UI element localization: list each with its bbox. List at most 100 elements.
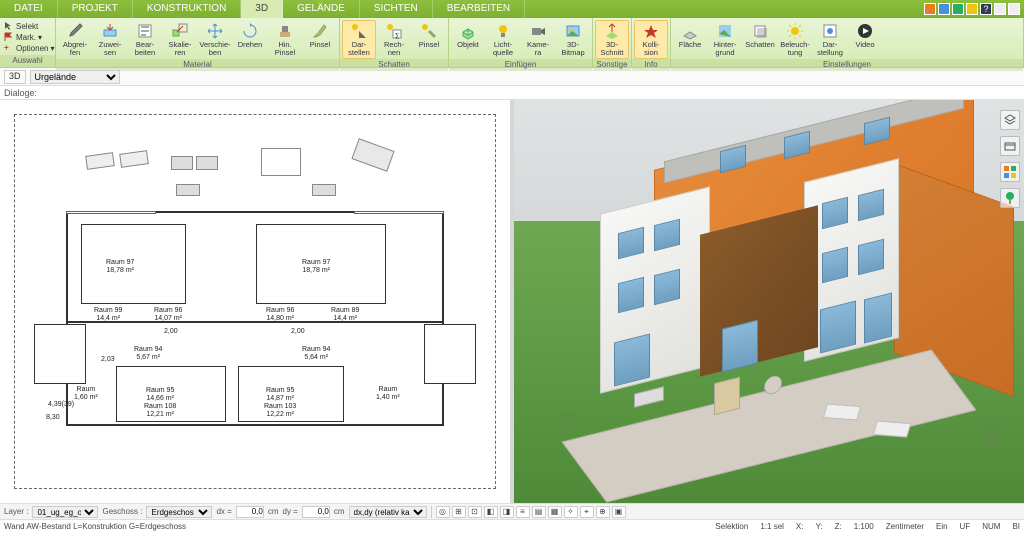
kamera-tool[interactable]: Kame- ra xyxy=(521,20,555,59)
stair-left xyxy=(34,324,86,384)
assign-icon xyxy=(101,22,119,40)
bitmap3d-tool[interactable]: 3D- Bitmap xyxy=(556,20,590,59)
status-uf: UF xyxy=(960,522,971,531)
select-tool[interactable]: Selekt xyxy=(4,21,54,31)
drehen-tool[interactable]: Drehen xyxy=(233,20,267,51)
dim-h: 4,39(39) xyxy=(48,401,74,409)
door-4 xyxy=(864,293,892,344)
icon-b9[interactable]: ✧ xyxy=(564,506,578,518)
plants-button[interactable] xyxy=(1000,188,1020,208)
darstellen-tool[interactable]: Dar- stellen xyxy=(342,20,376,59)
outdoor-sofa-1 xyxy=(634,386,664,407)
layer-select[interactable]: 01_ug_eg_og xyxy=(32,506,98,518)
terrain-select[interactable]: Urgelände xyxy=(30,70,120,84)
light-icon xyxy=(494,22,512,40)
zuweisen-tool[interactable]: Zuwei- sen xyxy=(93,20,127,59)
abgreifen-tool[interactable]: Abgrei- fen xyxy=(58,20,92,59)
outdoor-lounger-2 xyxy=(873,421,912,438)
bearbeiten-tool[interactable]: Bear- beiten xyxy=(128,20,162,59)
dx-input[interactable] xyxy=(236,506,264,518)
colors-button[interactable] xyxy=(1000,162,1020,182)
pinsel2-tool[interactable]: Pinsel xyxy=(412,20,446,51)
options-tool[interactable]: +Optionen▾ xyxy=(4,43,54,53)
video-tool[interactable]: Video xyxy=(848,20,882,51)
icon-b2[interactable]: ⊞ xyxy=(452,506,466,518)
dim-830: 8,30 xyxy=(46,414,60,422)
hintergrund-tool[interactable]: Hinter- grund xyxy=(708,20,742,59)
close-button[interactable] xyxy=(1008,3,1020,15)
icon-b1[interactable]: ◎ xyxy=(436,506,450,518)
geschoss-label: Geschoss : xyxy=(102,507,142,516)
tab-projekt[interactable]: PROJEKT xyxy=(58,0,133,18)
kollision-tool[interactable]: Kolli- sion xyxy=(634,20,668,59)
lounger-1 xyxy=(85,152,115,170)
table-set xyxy=(261,148,301,176)
dy-input[interactable] xyxy=(302,506,330,518)
status-selektion: Selektion xyxy=(715,522,748,531)
icon-b8[interactable]: ▦ xyxy=(548,506,562,518)
beleuchtung-tool[interactable]: Beleuch- tung xyxy=(778,20,812,59)
lounger-2 xyxy=(119,150,149,168)
color-swatch-2[interactable] xyxy=(938,3,950,15)
bottom-icons: ◎ ⊞ ⊡ ◧ ◨ ≡ ▤ ▦ ✧ ⌖ ⊕ ▣ xyxy=(436,506,626,518)
schnitt3d-tool[interactable]: 3D- Schnitt xyxy=(595,20,629,59)
room-97-right-label: Raum 9718,78 m² xyxy=(302,259,330,275)
geschoss-select[interactable]: Erdgeschos xyxy=(146,506,212,518)
privacy-screen xyxy=(714,377,740,415)
tab-sichten[interactable]: SICHTEN xyxy=(360,0,433,18)
hinpinsel-tool[interactable]: Hin. Pinsel xyxy=(268,20,302,59)
icon-b12[interactable]: ▣ xyxy=(612,506,626,518)
lichtquelle-tool[interactable]: Licht- quelle xyxy=(486,20,520,59)
rechnen-tool[interactable]: ∑Rech- nen xyxy=(377,20,411,59)
sofa-4 xyxy=(312,184,336,196)
icon-b6[interactable]: ≡ xyxy=(516,506,530,518)
color-swatch-4[interactable] xyxy=(966,3,978,15)
help-button[interactable]: ? xyxy=(980,3,992,15)
render-icon xyxy=(821,22,839,40)
cm-label-1: cm xyxy=(268,507,279,516)
layers-button[interactable] xyxy=(1000,110,1020,130)
status-ein: Ein xyxy=(936,522,948,531)
tab-bearbeiten[interactable]: BEARBEITEN xyxy=(433,0,525,18)
verschieben-tool[interactable]: Verschie- ben xyxy=(198,20,232,59)
mark-tool[interactable]: Mark.▾ xyxy=(4,32,54,42)
pinsel-tool[interactable]: Pinsel xyxy=(303,20,337,51)
icon-b7[interactable]: ▤ xyxy=(532,506,546,518)
group-einstellungen-label: Einstellungen xyxy=(671,59,1023,71)
room-106-left-label: Raum1,60 m² xyxy=(74,386,98,402)
plan-viewport[interactable]: Raum 9718,78 m² Raum 9718,78 m² Raum 991… xyxy=(0,100,510,503)
color-swatch-3[interactable] xyxy=(952,3,964,15)
object-icon xyxy=(459,22,477,40)
flaeche-tool[interactable]: Fläche xyxy=(673,20,707,51)
scale-icon xyxy=(171,22,189,40)
icon-b11[interactable]: ⊕ xyxy=(596,506,610,518)
section-icon xyxy=(603,22,621,40)
paintbrush2-icon xyxy=(420,22,438,40)
skalieren-tool[interactable]: Skalie- ren xyxy=(163,20,197,59)
outdoor-lounger-1 xyxy=(823,404,862,421)
facade-wood xyxy=(700,205,818,376)
tab-gelaende[interactable]: GELÄNDE xyxy=(283,0,360,18)
3d-viewport[interactable]: ❋ ❋ xyxy=(510,100,1024,503)
schatten2-tool[interactable]: Schatten xyxy=(743,20,777,51)
tab-konstruktion[interactable]: KONSTRUKTION xyxy=(133,0,241,18)
group-einfuegen-label: Einfügen xyxy=(449,59,592,71)
flag-icon xyxy=(4,32,14,42)
objekt-tool[interactable]: Objekt xyxy=(451,20,485,51)
icon-b4[interactable]: ◧ xyxy=(484,506,498,518)
floor-divider xyxy=(68,321,442,323)
room-106-right-label: Raum1,40 m² xyxy=(376,386,400,402)
color-swatch-1[interactable] xyxy=(924,3,936,15)
icon-b5[interactable]: ◨ xyxy=(500,506,514,518)
calc-icon: ∑ xyxy=(385,22,403,40)
tab-datei[interactable]: DATEI xyxy=(0,0,58,18)
tab-3d[interactable]: 3D xyxy=(241,0,283,18)
coord-mode-select[interactable]: dx,dy (relativ ka xyxy=(349,506,427,518)
minimize-button[interactable] xyxy=(994,3,1006,15)
icon-b3[interactable]: ⊡ xyxy=(468,506,482,518)
dim-203: 2,03 xyxy=(101,356,115,364)
furniture-button[interactable] xyxy=(1000,136,1020,156)
darstellung-tool[interactable]: Dar- stellung xyxy=(813,20,847,59)
icon-b10[interactable]: ⌖ xyxy=(580,506,594,518)
dim-200-1: 2,00 xyxy=(164,328,178,336)
